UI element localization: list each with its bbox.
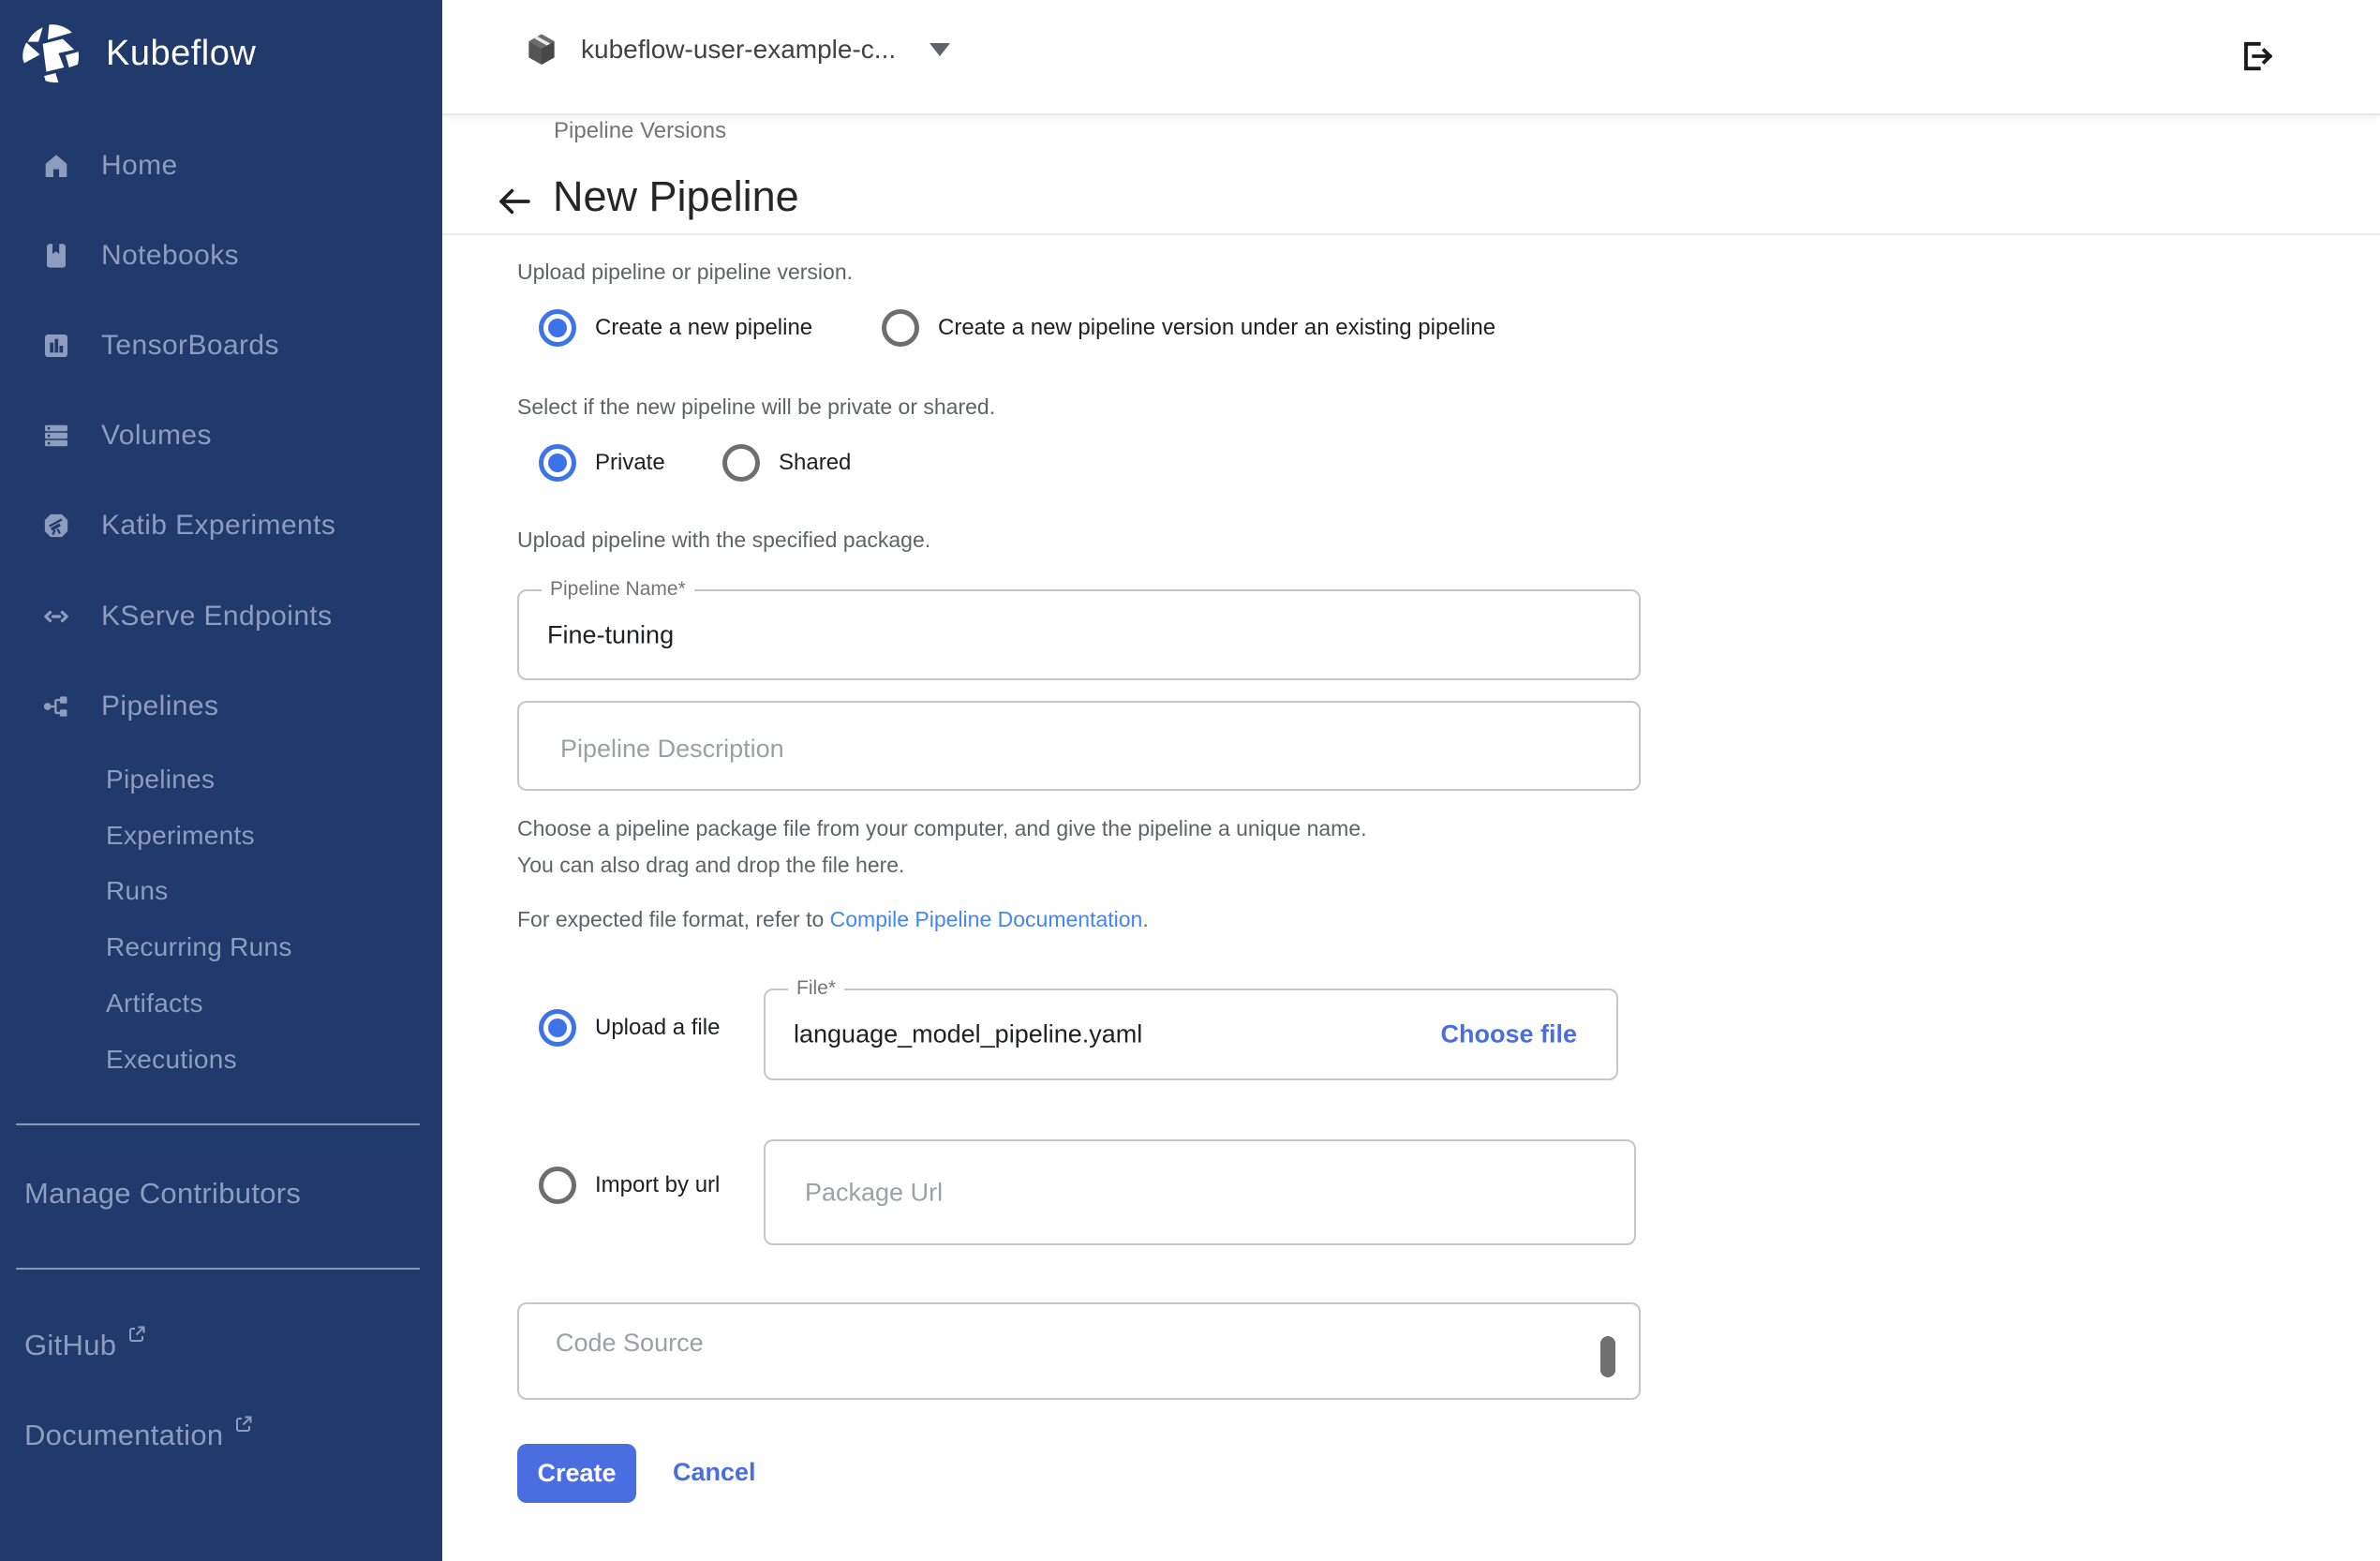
sidebar-item-tensorboards[interactable]: TensorBoards xyxy=(0,316,442,376)
namespace-label: kubeflow-user-example-c... xyxy=(581,35,896,65)
sidebar-item-label: Notebooks xyxy=(101,240,239,272)
format-help-line: For expected file format, refer to Compi… xyxy=(517,907,1149,932)
compile-pipeline-documentation-link[interactable]: Compile Pipeline Documentation xyxy=(830,907,1143,931)
radio-option-shared[interactable]: Shared xyxy=(722,444,851,482)
choose-file-button[interactable]: Choose file xyxy=(1440,1020,1577,1049)
sidebar-item-home[interactable]: Home xyxy=(0,136,442,196)
github-link-label: GitHub xyxy=(24,1329,116,1362)
package-url-field[interactable]: Package Url xyxy=(764,1139,1636,1245)
sidebar-divider xyxy=(16,1123,420,1125)
cancel-button[interactable]: Cancel xyxy=(673,1458,756,1487)
bar-chart-icon xyxy=(41,331,71,361)
telescope-icon xyxy=(41,511,71,541)
home-icon xyxy=(41,151,71,181)
pipelines-icon xyxy=(41,691,71,721)
pipeline-name-field[interactable]: Pipeline Name* Fine-tuning xyxy=(517,589,1641,680)
radio-option-import-by-url[interactable]: Import by url xyxy=(539,1167,720,1204)
sidebar-item-volumes[interactable]: Volumes xyxy=(0,406,442,466)
sidebar-item-pipelines[interactable]: Pipelines xyxy=(0,676,442,736)
sidebar: Kubeflow Home Notebooks TensorBoards xyxy=(0,0,442,1561)
kubeflow-logo-text: Kubeflow xyxy=(106,34,256,74)
pipeline-description-field[interactable]: Pipeline Description xyxy=(517,701,1641,791)
sidebar-subitem-experiments[interactable]: Experiments xyxy=(106,821,255,851)
sidebar-item-katib-experiments[interactable]: Katib Experiments xyxy=(0,496,442,556)
sidebar-item-kserve-endpoints[interactable]: KServe Endpoints xyxy=(0,587,442,647)
radio-label[interactable]: Create a new pipeline version under an e… xyxy=(938,315,1495,341)
code-source-placeholder: Code Source xyxy=(556,1329,704,1358)
code-source-field[interactable]: Code Source xyxy=(517,1302,1641,1400)
page-title: New Pipeline xyxy=(553,172,799,221)
radio-label[interactable]: Create a new pipeline xyxy=(595,315,812,341)
sidebar-subitem-executions[interactable]: Executions xyxy=(106,1045,237,1075)
logout-icon[interactable] xyxy=(2236,36,2277,77)
radio-unselected-icon[interactable] xyxy=(722,444,760,482)
storage-icon xyxy=(41,421,71,451)
package-url-placeholder: Package Url xyxy=(805,1178,943,1207)
radio-selected-icon[interactable] xyxy=(539,309,576,347)
visibility-help-text: Select if the new pipeline will be priva… xyxy=(517,394,995,420)
file-field-value[interactable]: language_model_pipeline.yaml xyxy=(794,1020,1142,1049)
package-icon xyxy=(523,30,560,69)
radio-selected-icon[interactable] xyxy=(539,1009,576,1047)
external-link-icon xyxy=(232,1413,255,1435)
radio-label[interactable]: Private xyxy=(595,450,665,476)
header-divider xyxy=(442,233,2380,235)
kubeflow-logo: Kubeflow xyxy=(18,20,256,88)
top-bar: kubeflow-user-example-c... xyxy=(442,0,2380,115)
sidebar-item-notebooks[interactable]: Notebooks xyxy=(0,226,442,286)
kubeflow-logo-icon xyxy=(18,20,86,88)
sidebar-item-manage-contributors[interactable]: Manage Contributors xyxy=(24,1177,301,1211)
radio-option-private[interactable]: Private xyxy=(539,444,665,482)
create-button[interactable]: Create xyxy=(517,1444,636,1503)
package-help-text: Upload pipeline with the specified packa… xyxy=(517,528,930,553)
sidebar-subitem-runs[interactable]: Runs xyxy=(106,876,169,906)
namespace-selector[interactable]: kubeflow-user-example-c... xyxy=(523,30,950,69)
code-arrows-icon xyxy=(41,602,71,632)
main-area: kubeflow-user-example-c... Pipeline Vers… xyxy=(442,0,2380,1561)
sidebar-subitem-pipelines[interactable]: Pipelines xyxy=(106,765,215,795)
sidebar-item-label: Katib Experiments xyxy=(101,510,335,542)
sidebar-subitem-recurring-runs[interactable]: Recurring Runs xyxy=(106,932,292,962)
radio-label[interactable]: Upload a file xyxy=(595,1015,720,1041)
breadcrumb: Pipeline Versions xyxy=(554,118,726,144)
format-help-suffix: . xyxy=(1142,907,1148,931)
sidebar-divider xyxy=(16,1268,420,1270)
radio-option-upload-file[interactable]: Upload a file xyxy=(539,1009,720,1047)
radio-option-create-pipeline-version[interactable]: Create a new pipeline version under an e… xyxy=(882,309,1495,347)
radio-selected-icon[interactable] xyxy=(539,444,576,482)
file-field[interactable]: File* language_model_pipeline.yaml Choos… xyxy=(764,989,1618,1080)
chevron-down-icon xyxy=(930,43,950,56)
file-field-label: File* xyxy=(788,977,844,1000)
pipeline-name-label: Pipeline Name* xyxy=(542,578,694,601)
sidebar-subitem-artifacts[interactable]: Artifacts xyxy=(106,989,203,1018)
intro-text: Upload pipeline or pipeline version. xyxy=(517,260,853,285)
sidebar-item-github[interactable]: GitHub xyxy=(24,1329,148,1362)
radio-unselected-icon[interactable] xyxy=(539,1167,576,1204)
sidebar-item-label: TensorBoards xyxy=(101,330,279,362)
sidebar-item-label: Volumes xyxy=(101,420,212,452)
external-link-icon xyxy=(126,1323,148,1345)
radio-label[interactable]: Shared xyxy=(779,450,851,476)
sidebar-item-label: Home xyxy=(101,150,178,182)
scrollbar-thumb[interactable] xyxy=(1600,1336,1615,1377)
choose-help-line1: Choose a pipeline package file from your… xyxy=(517,816,1367,841)
choose-help-line2: You can also drag and drop the file here… xyxy=(517,853,904,878)
radio-label[interactable]: Import by url xyxy=(595,1172,720,1198)
format-help-prefix: For expected file format, refer to xyxy=(517,907,830,931)
sidebar-item-label: KServe Endpoints xyxy=(101,601,333,632)
documentation-link-label: Documentation xyxy=(24,1419,223,1452)
radio-unselected-icon[interactable] xyxy=(882,309,919,347)
back-button[interactable] xyxy=(495,182,534,221)
sidebar-item-label: Pipelines xyxy=(101,691,218,722)
pipeline-name-value[interactable]: Fine-tuning xyxy=(547,620,674,649)
sidebar-item-documentation[interactable]: Documentation xyxy=(24,1419,255,1452)
notebook-icon xyxy=(41,241,71,271)
radio-option-create-new-pipeline[interactable]: Create a new pipeline xyxy=(539,309,812,347)
pipeline-description-placeholder: Pipeline Description xyxy=(560,735,784,764)
